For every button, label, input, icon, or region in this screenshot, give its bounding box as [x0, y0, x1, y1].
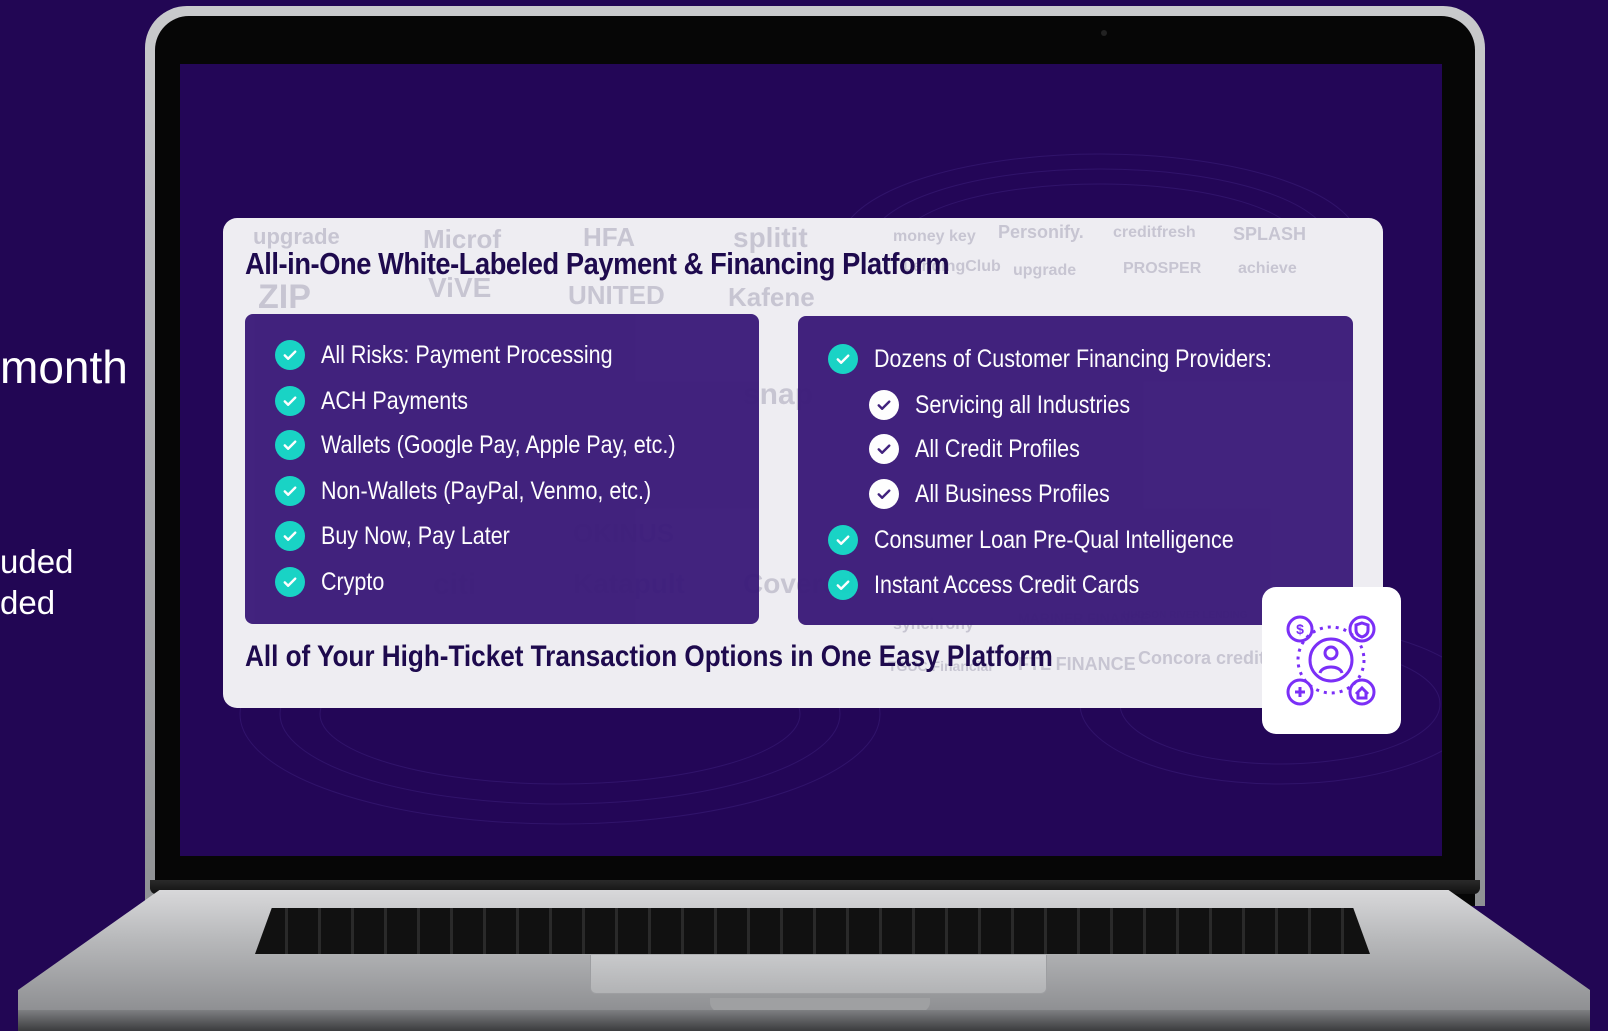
watermark-logo: Kafene	[728, 282, 815, 312]
card-title: All-in-One White-Labeled Payment & Finan…	[245, 246, 950, 281]
item-label: Servicing all Industries	[915, 390, 1131, 419]
list-subitem: All Credit Profiles	[869, 432, 1107, 466]
list-item: Non-Wallets (PayPal, Venmo, etc.)	[275, 474, 705, 508]
check-circle-icon	[275, 521, 305, 551]
check-circle-icon	[828, 344, 858, 374]
watermark-logo: creditfresh	[1113, 224, 1196, 241]
item-label: All Business Profiles	[915, 479, 1110, 508]
payment-options-panel: All Risks: Payment Processing ACH Paymen…	[245, 314, 759, 624]
list-item: Crypto	[275, 565, 395, 599]
item-label: Instant Access Credit Cards	[874, 570, 1140, 599]
check-circle-icon	[275, 476, 305, 506]
check-circle-icon	[275, 567, 305, 597]
item-label: All Credit Profiles	[915, 434, 1080, 463]
item-label: Wallets (Google Pay, Apple Pay, etc.)	[321, 430, 676, 459]
financing-options-panel: Dozens of Customer Financing Providers: …	[798, 316, 1353, 625]
financing-network-icon: $	[1286, 615, 1376, 706]
watermark-logo: ZIP	[258, 278, 311, 316]
platform-card: upgrade Microf HFA splitit money key Personif…	[223, 218, 1383, 708]
watermark-logo: money key	[893, 228, 976, 245]
financing-network-badge: $	[1262, 587, 1401, 734]
watermark-logo: upgrade	[1013, 262, 1077, 279]
list-item: ACH Payments	[275, 384, 492, 418]
check-circle-icon	[828, 525, 858, 555]
item-label: Non-Wallets (PayPal, Venmo, etc.)	[321, 476, 652, 505]
list-item: Consumer Loan Pre-Qual Intelligence	[828, 523, 1292, 557]
watermark-logo: Concora credit	[1138, 648, 1266, 668]
list-item: Wallets (Google Pay, Apple Pay, etc.)	[275, 428, 733, 462]
check-circle-icon	[275, 386, 305, 416]
item-label: ACH Payments	[321, 386, 468, 415]
item-label: Dozens of Customer Financing Providers:	[874, 344, 1272, 373]
side-text-line-2: ded	[0, 584, 56, 621]
list-item: Buy Now, Pay Later	[275, 519, 541, 553]
check-circle-icon	[869, 479, 899, 509]
check-circle-icon	[275, 340, 305, 370]
camera-dot	[1101, 30, 1107, 36]
list-item: Dozens of Customer Financing Providers:	[828, 342, 1337, 376]
watermark-logo: achieve	[1238, 260, 1297, 277]
side-text-line-1: uded	[0, 543, 74, 580]
check-circle-icon	[869, 434, 899, 464]
laptop-keyboard	[255, 908, 1370, 954]
laptop-trackpad	[590, 955, 1047, 994]
list-item: Instant Access Credit Cards	[828, 568, 1182, 602]
watermark-logo: UNITED	[568, 280, 665, 310]
item-label: Buy Now, Pay Later	[321, 521, 510, 550]
list-subitem: Servicing all Industries	[869, 388, 1165, 422]
list-item: All Risks: Payment Processing	[275, 338, 660, 372]
check-circle-icon	[828, 570, 858, 600]
svg-text:$: $	[1296, 621, 1304, 637]
laptop-base-edge	[18, 1010, 1590, 1031]
side-text-month: month	[0, 341, 128, 393]
item-label: All Risks: Payment Processing	[321, 340, 613, 369]
watermark-logo: PROSPER	[1123, 260, 1202, 277]
item-label: Consumer Loan Pre-Qual Intelligence	[874, 525, 1234, 554]
watermark-logo: SPLASH	[1233, 224, 1307, 244]
list-subitem: All Business Profiles	[869, 477, 1141, 511]
check-circle-icon	[275, 430, 305, 460]
item-label: Crypto	[321, 567, 385, 596]
card-footer-tagline: All of Your High-Ticket Transaction Opti…	[245, 640, 1053, 673]
check-circle-icon	[869, 390, 899, 420]
watermark-logo: Personify.	[998, 222, 1084, 242]
